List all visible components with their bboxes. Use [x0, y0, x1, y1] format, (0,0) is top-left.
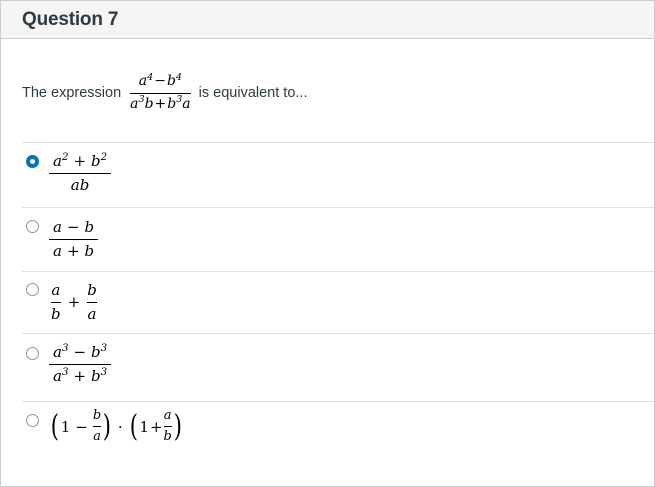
radio-button[interactable] — [26, 283, 39, 296]
answer-fraction: a2 + b2 ab — [49, 152, 112, 194]
answer-numerator: a − b — [53, 218, 95, 236]
answer-option[interactable]: a − b a + b — [22, 207, 654, 271]
answer-fraction: a3− b3 a3 + b3 — [49, 343, 112, 385]
answer-numerator: a2 + b2 — [53, 152, 108, 170]
dot-operator: · — [117, 417, 123, 436]
one: 1 — [60, 417, 71, 436]
plus-sign: + — [149, 417, 163, 436]
answer-numerator: a3− b3 — [53, 343, 108, 361]
inner-fraction: b a — [92, 408, 102, 445]
radio-button-selected[interactable] — [26, 155, 39, 168]
question-header: Question 7 — [1, 1, 654, 39]
answer-fraction: a − b a + b — [49, 218, 99, 260]
answer-label: ( 1 − b a ) · ( 1 + a b ) — [49, 408, 184, 445]
answer-fraction-left: a b — [51, 281, 61, 323]
close-paren: ) — [173, 408, 182, 444]
one: 1 — [139, 417, 149, 436]
answer-label: a2 + b2 ab — [49, 152, 112, 194]
prompt-numerator: a4−b4 — [138, 71, 182, 90]
fraction-bar — [51, 301, 61, 303]
close-paren: ) — [102, 408, 112, 444]
answer-denominator: a + b — [53, 241, 95, 260]
answer-option[interactable]: a b + b a — [22, 271, 654, 333]
question-prompt: The expression a4−b4 a3b+b3a is equivale… — [22, 67, 307, 119]
prompt-denominator: a3b+b3a — [130, 94, 191, 112]
prompt-text-before: The expression — [22, 85, 122, 101]
open-paren: ( — [50, 408, 59, 444]
fraction-bar — [49, 238, 99, 240]
answer-label: a b + b a — [49, 282, 99, 322]
answer-option[interactable]: a2 + b2 ab — [22, 142, 654, 207]
answer-denominator: ab — [70, 175, 90, 194]
radio-button[interactable] — [26, 220, 39, 233]
answer-denominator: a3 + b3 — [53, 366, 108, 385]
prompt-expression: a4−b4 a3b+b3a — [130, 71, 191, 112]
plus-sign: + — [67, 293, 81, 311]
prompt-text-after: is equivalent to... — [198, 85, 308, 101]
radio-button[interactable] — [26, 347, 39, 360]
fraction-bar — [92, 426, 102, 428]
minus-sign: − — [75, 417, 88, 436]
inner-fraction: a b — [163, 408, 172, 445]
radio-button[interactable] — [26, 414, 39, 427]
question-title: Question 7 — [22, 8, 119, 30]
answer-option[interactable]: a3− b3 a3 + b3 — [22, 333, 654, 401]
fraction-bar — [87, 301, 97, 303]
fraction-bar — [49, 363, 112, 365]
answer-list: a2 + b2 ab a − b a + b a b + b a a3 − b3… — [1, 142, 654, 462]
answer-label: a3− b3 a3 + b3 — [49, 343, 112, 385]
fraction-bar — [49, 172, 112, 174]
question-card: Question 7 The expression a4−b4 a3b+b3a … — [0, 0, 655, 487]
fraction-bar — [163, 426, 172, 428]
answer-fraction-right: b a — [87, 281, 97, 323]
open-paren: ( — [129, 408, 138, 444]
answer-option[interactable]: ( 1 − b a ) · ( 1 + a b ) — [22, 401, 654, 462]
answer-label: a − b a + b — [49, 218, 99, 260]
